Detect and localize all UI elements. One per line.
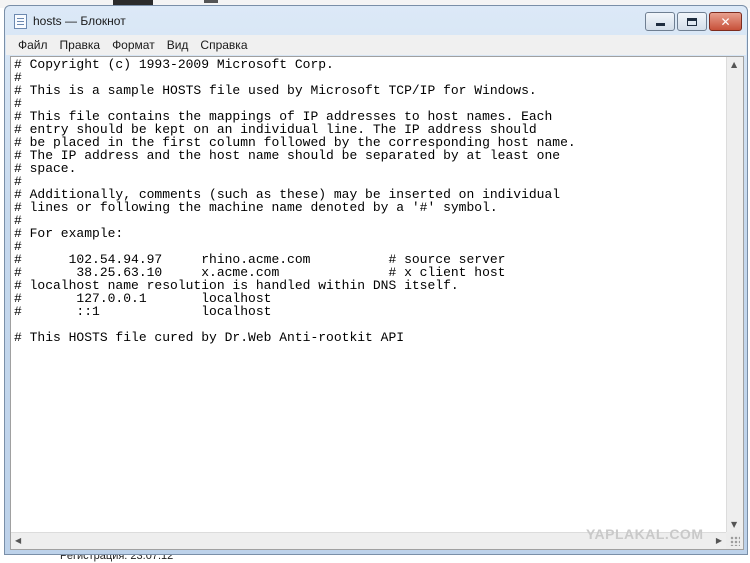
scroll-right-icon[interactable]: ▶	[716, 536, 722, 546]
editor-line[interactable]: # lines or following the machine name de…	[14, 200, 498, 215]
menu-file[interactable]: Файл	[6, 35, 54, 55]
editor-client-area: # Copyright (c) 1993-2009 Microsoft Corp…	[10, 56, 744, 550]
desktop-fragment	[204, 0, 218, 3]
menu-edit[interactable]: Правка	[54, 35, 107, 55]
editor-line[interactable]: # Copyright (c) 1993-2009 Microsoft Corp…	[14, 58, 334, 72]
editor-line[interactable]: # The IP address and the host name shoul…	[14, 148, 560, 163]
notepad-window: hosts — Блокнот ✕ Файл Правка Формат Вид…	[4, 5, 748, 555]
editor-content[interactable]: # Copyright (c) 1993-2009 Microsoft Corp…	[14, 58, 722, 344]
scroll-down-icon[interactable]: ▼	[731, 520, 737, 530]
title-bar[interactable]: hosts — Блокнот ✕	[5, 6, 747, 35]
minimize-icon	[655, 23, 665, 26]
size-grip[interactable]	[726, 532, 743, 549]
menu-bar: Файл Правка Формат Вид Справка	[6, 35, 746, 55]
watermark: YAPLAKAL.COM	[586, 526, 704, 542]
close-icon: ✕	[720, 14, 731, 29]
editor-line[interactable]: # For example:	[14, 226, 123, 241]
vertical-scrollbar[interactable]: ▲ ▼	[726, 57, 743, 533]
close-button[interactable]: ✕	[709, 12, 742, 31]
menu-format[interactable]: Формат	[106, 35, 161, 55]
editor-line[interactable]: # This is a sample HOSTS file used by Mi…	[14, 83, 537, 98]
scroll-left-icon[interactable]: ◀	[15, 536, 21, 546]
menu-help[interactable]: Справка	[194, 35, 253, 55]
maximize-button[interactable]	[677, 12, 707, 31]
resize-grip-icon	[730, 536, 740, 546]
editor-line[interactable]: # space.	[14, 161, 76, 176]
notepad-icon[interactable]	[14, 14, 27, 29]
editor-line[interactable]: # ::1 localhost	[14, 304, 271, 319]
menu-view[interactable]: Вид	[161, 35, 195, 55]
editor-line[interactable]: # This HOSTS file cured by Dr.Web Anti-r…	[14, 330, 404, 345]
minimize-button[interactable]	[645, 12, 675, 31]
window-title: hosts — Блокнот	[33, 14, 126, 28]
scroll-up-icon[interactable]: ▲	[731, 60, 737, 70]
text-editor[interactable]: # Copyright (c) 1993-2009 Microsoft Corp…	[14, 58, 722, 534]
maximize-icon	[687, 17, 697, 26]
